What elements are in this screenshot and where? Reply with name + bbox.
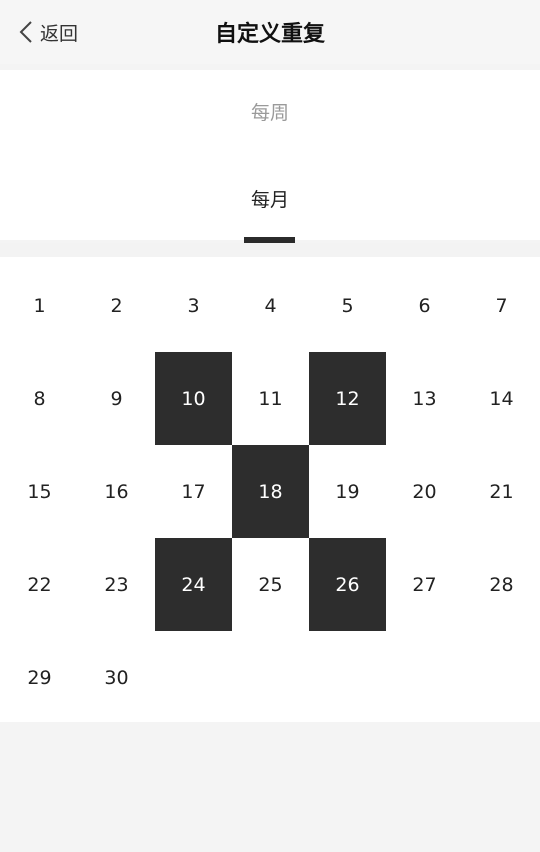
day-cell[interactable]: 13 — [386, 352, 463, 445]
day-cell[interactable]: 4 — [232, 259, 309, 352]
day-cell-selected[interactable]: 24 — [155, 538, 232, 631]
day-cell[interactable]: 1 — [1, 259, 78, 352]
day-cell-selected[interactable]: 18 — [232, 445, 309, 538]
day-cell[interactable]: 19 — [309, 445, 386, 538]
day-cell[interactable]: 30 — [78, 631, 155, 724]
top-bar: 返回 自定义重复 — [0, 0, 540, 64]
app-screen: 返回 自定义重复 每周 每月 1 2 3 4 5 6 7 8 9 10 11 12 13 14 15 16 17… — [0, 0, 540, 852]
day-cell[interactable]: 28 — [463, 538, 540, 631]
day-cell[interactable]: 17 — [155, 445, 232, 538]
day-cell[interactable]: 25 — [232, 538, 309, 631]
day-cell[interactable]: 27 — [386, 538, 463, 631]
day-cell[interactable]: 5 — [309, 259, 386, 352]
day-cell[interactable]: 14 — [463, 352, 540, 445]
day-cell[interactable]: 22 — [1, 538, 78, 631]
day-cell[interactable]: 6 — [386, 259, 463, 352]
day-cell[interactable]: 7 — [463, 259, 540, 352]
day-cell[interactable]: 8 — [1, 352, 78, 445]
day-cell[interactable]: 23 — [78, 538, 155, 631]
day-cell[interactable]: 20 — [386, 445, 463, 538]
day-cell[interactable]: 9 — [78, 352, 155, 445]
day-cell[interactable]: 29 — [1, 631, 78, 724]
page-title: 自定义重复 — [214, 22, 325, 47]
day-cell[interactable]: 11 — [232, 352, 309, 445]
day-cell-selected[interactable]: 26 — [309, 538, 386, 631]
day-cell-selected[interactable]: 10 — [155, 352, 232, 445]
day-cell-selected[interactable]: 12 — [309, 352, 386, 445]
mode-option-weekly[interactable]: 每周 — [0, 98, 540, 125]
day-cell[interactable]: 3 — [155, 259, 232, 352]
day-cell[interactable]: 2 — [78, 259, 155, 352]
day-cell[interactable]: 16 — [78, 445, 155, 538]
empty-footer-area — [0, 722, 540, 852]
section-divider — [0, 243, 540, 257]
day-cell[interactable]: 15 — [1, 445, 78, 538]
day-cell[interactable]: 21 — [463, 445, 540, 538]
repeat-mode-selector: 每周 每月 — [0, 70, 540, 240]
month-day-grid: 1 2 3 4 5 6 7 8 9 10 11 12 13 14 15 16 17 18 19 20 21 22 23 24 2… — [0, 257, 540, 722]
mode-option-monthly[interactable]: 每月 — [0, 185, 540, 212]
